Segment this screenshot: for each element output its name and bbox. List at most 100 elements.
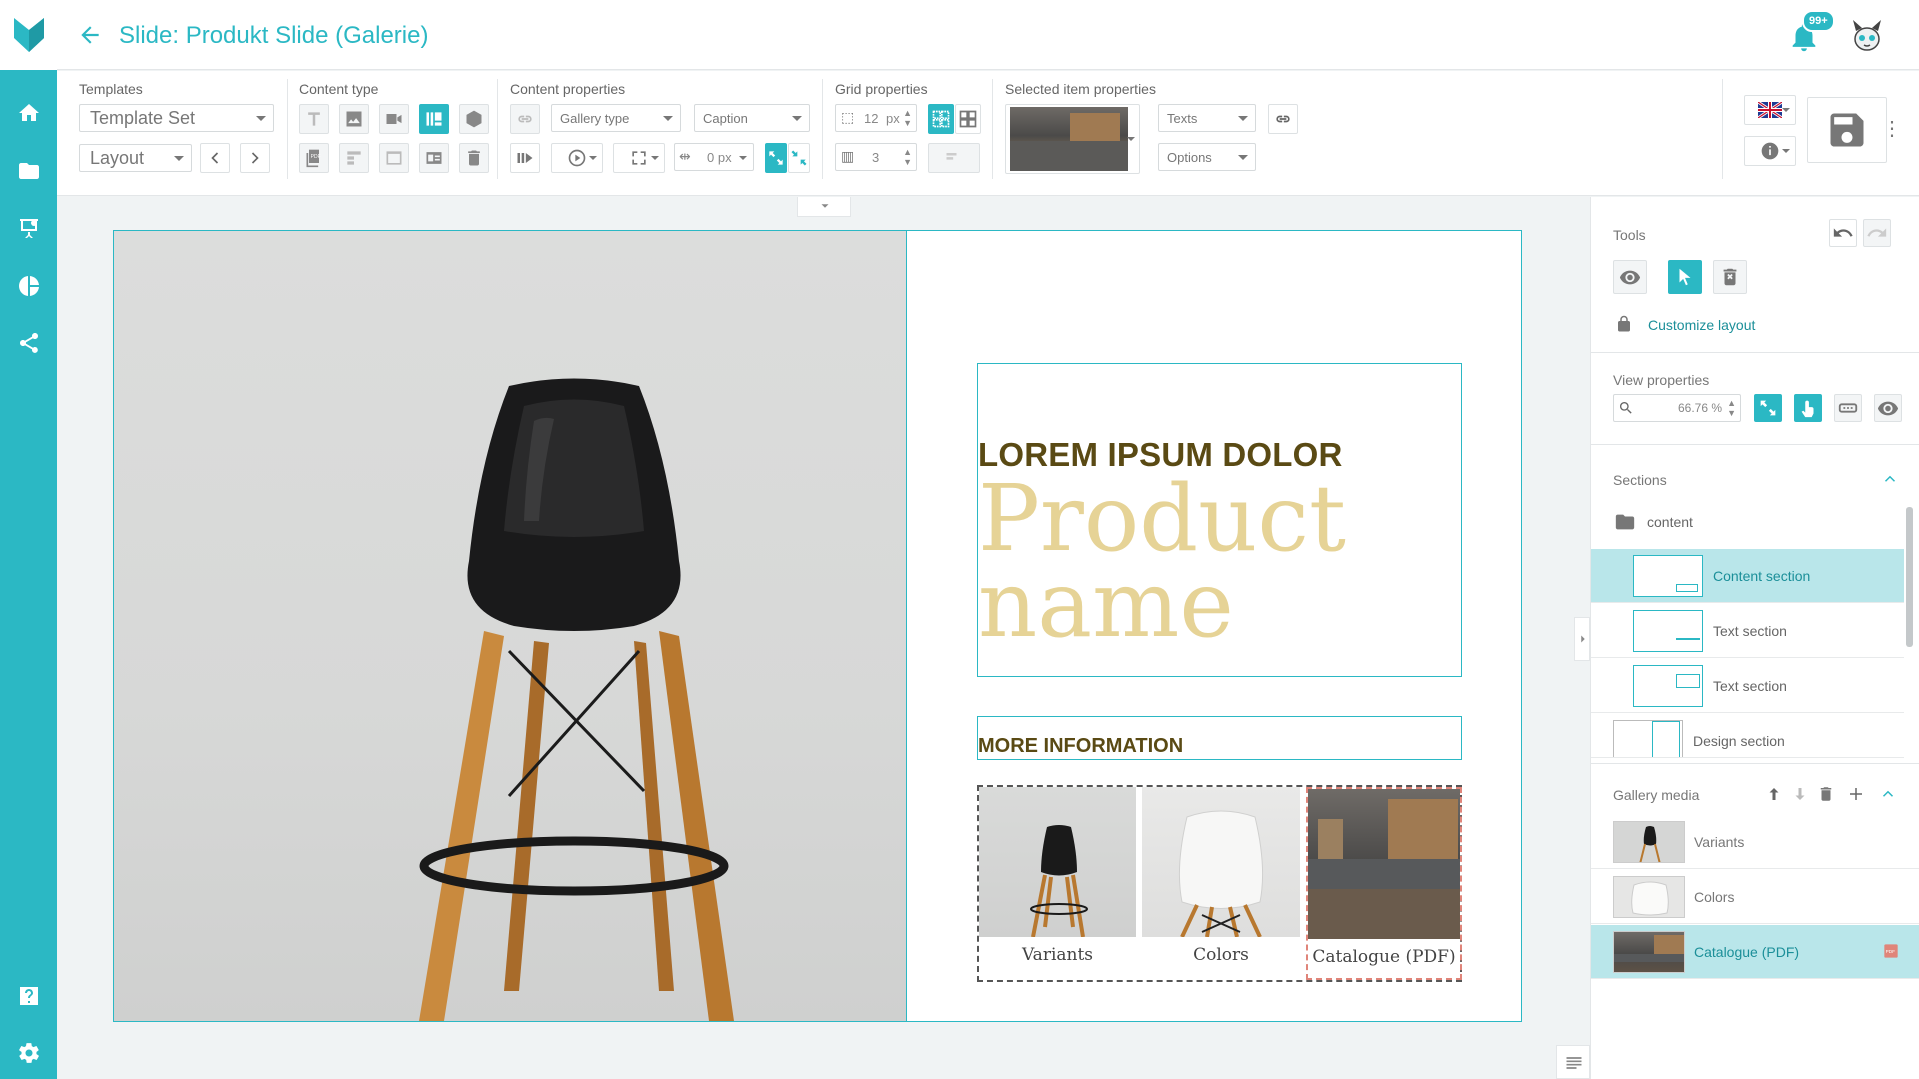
gallery-item-colors[interactable]: Colors xyxy=(1142,787,1300,980)
delete-tool-button[interactable] xyxy=(1713,260,1747,294)
slideshow-button[interactable] xyxy=(510,143,540,173)
avatar-icon[interactable] xyxy=(1847,15,1887,55)
section-thumbnail xyxy=(1633,555,1703,597)
nav-settings[interactable] xyxy=(0,1033,57,1073)
grid-columns-stepper[interactable]: ▥ 3 ▲ ▼ xyxy=(835,143,917,171)
more-information-heading[interactable]: MORE INFORMATION xyxy=(978,735,1183,758)
media-row-colors[interactable]: Colors xyxy=(1591,870,1919,924)
options-select[interactable]: Options xyxy=(1158,143,1256,171)
next-layout-button[interactable] xyxy=(240,143,270,173)
panel-divider xyxy=(1591,352,1919,353)
text-section-box[interactable]: MORE INFORMATION xyxy=(977,716,1462,760)
redo-button[interactable] xyxy=(1863,219,1891,247)
plus-icon[interactable] xyxy=(1847,785,1865,803)
save-button[interactable] xyxy=(1807,97,1887,163)
caption-select[interactable]: Caption xyxy=(694,104,810,132)
spacing-select[interactable]: ⇹ 0 px xyxy=(674,143,754,171)
section-row-content[interactable]: Content section xyxy=(1591,549,1904,603)
toolbar-collapse-tab[interactable] xyxy=(797,197,851,217)
grid-layout-button[interactable] xyxy=(928,104,954,134)
visibility-view-button[interactable] xyxy=(1874,394,1902,422)
pdf-content-button[interactable]: PDF xyxy=(299,143,329,173)
chevron-up-icon[interactable] xyxy=(1881,470,1899,488)
gap-value: 12 xyxy=(864,111,879,126)
nav-help[interactable] xyxy=(0,976,57,1016)
gallery-content-button[interactable] xyxy=(419,104,449,134)
nav-home[interactable] xyxy=(0,93,57,133)
nav-analytics[interactable] xyxy=(0,266,57,306)
3d-content-button[interactable] xyxy=(459,104,489,134)
delete-content-button[interactable] xyxy=(459,143,489,173)
nav-share[interactable] xyxy=(0,323,57,363)
section-row-text-2[interactable]: Text section xyxy=(1591,659,1904,713)
video-content-button[interactable] xyxy=(379,104,409,134)
card-content-button[interactable] xyxy=(419,143,449,173)
media-row-catalogue[interactable]: Catalogue (PDF) PDF xyxy=(1591,925,1919,979)
frame-content-button[interactable] xyxy=(379,143,409,173)
trash-icon[interactable] xyxy=(1817,785,1835,803)
nav-presentations[interactable] xyxy=(0,208,57,248)
eye-icon xyxy=(1877,401,1899,416)
back-arrow-icon[interactable] xyxy=(77,22,103,48)
expand-button[interactable] xyxy=(765,143,787,173)
nav-files[interactable] xyxy=(0,151,57,191)
text-content-button[interactable] xyxy=(299,104,329,134)
panel-toggle[interactable] xyxy=(1574,617,1590,661)
hero-image[interactable] xyxy=(114,231,907,1021)
product-name-heading[interactable]: Product name xyxy=(978,473,1458,651)
selected-item-properties-label: Selected item properties xyxy=(1005,81,1156,97)
language-select[interactable] xyxy=(1744,95,1796,125)
delete-icon xyxy=(1723,268,1737,286)
undo-button[interactable] xyxy=(1829,219,1857,247)
template-set-select[interactable]: Template Set xyxy=(79,104,274,132)
customize-layout-link[interactable]: Customize layout xyxy=(1648,317,1755,333)
notes-button[interactable] xyxy=(1556,1045,1590,1079)
logo[interactable] xyxy=(0,0,57,70)
home-icon xyxy=(18,104,39,121)
grid-plain-button[interactable] xyxy=(955,104,981,134)
section-label: Text section xyxy=(1713,623,1787,639)
sections-scrollbar[interactable] xyxy=(1904,497,1914,757)
media-row-variants[interactable]: Variants xyxy=(1591,815,1919,869)
fit-view-button[interactable] xyxy=(1754,394,1782,422)
media-label: Colors xyxy=(1694,889,1735,905)
frame-icon xyxy=(386,151,402,165)
layout-select[interactable]: Layout xyxy=(79,144,192,172)
align-select[interactable] xyxy=(928,143,980,173)
fullscreen-select[interactable] xyxy=(613,143,665,173)
sections-scrollbar-thumb[interactable] xyxy=(1906,507,1913,647)
panel-divider xyxy=(1591,444,1919,445)
image-content-button[interactable] xyxy=(339,104,369,134)
arrow-up-icon[interactable] xyxy=(1765,785,1783,803)
more-options-icon[interactable]: ⋮ xyxy=(1882,116,1902,146)
gallery-item-catalogue[interactable]: Catalogue (PDF) xyxy=(1306,787,1462,980)
shrink-button[interactable] xyxy=(788,143,810,173)
preview-tool-button[interactable] xyxy=(1613,260,1647,294)
slide-canvas[interactable]: LOREM IPSUM DOLOR Product name MORE INFO… xyxy=(113,230,1522,1022)
gallery-image-variants xyxy=(979,787,1136,937)
section-row-design[interactable]: Design section xyxy=(1591,714,1904,758)
gallery-type-select[interactable]: Gallery type xyxy=(551,104,681,132)
chevron-up-icon[interactable] xyxy=(1879,785,1897,803)
touch-view-button[interactable] xyxy=(1794,394,1822,422)
autoplay-select[interactable] xyxy=(551,143,603,173)
content-section-box[interactable]: LOREM IPSUM DOLOR Product name xyxy=(977,363,1462,677)
app-header: Slide: Produkt Slide (Galerie) 99+ xyxy=(57,0,1919,70)
select-tool-button[interactable] xyxy=(1668,260,1702,294)
gallery-grid[interactable]: Variants Colors Catalogue (PDF) xyxy=(977,785,1462,982)
section-folder-content[interactable]: content xyxy=(1591,497,1904,547)
texts-select[interactable]: Texts xyxy=(1158,104,1256,132)
notes-icon xyxy=(1566,1057,1582,1069)
form-content-button[interactable] xyxy=(339,143,369,173)
gallery-item-variants[interactable]: Variants xyxy=(979,787,1136,980)
info-select[interactable] xyxy=(1744,136,1796,166)
selected-item-thumbnail-select[interactable] xyxy=(1005,104,1140,174)
item-link-button[interactable] xyxy=(1268,104,1298,134)
zoom-stepper[interactable]: 66.76 % ▲ ▼ xyxy=(1613,394,1741,422)
prev-layout-button[interactable] xyxy=(200,143,230,173)
subtitles-view-button[interactable] xyxy=(1834,394,1862,422)
link-button[interactable] xyxy=(510,104,540,134)
arrow-down-icon[interactable] xyxy=(1791,785,1809,803)
grid-gap-stepper[interactable]: ⬚ 12 px ▲ ▼ xyxy=(835,104,917,132)
section-row-text-1[interactable]: Text section xyxy=(1591,604,1904,658)
